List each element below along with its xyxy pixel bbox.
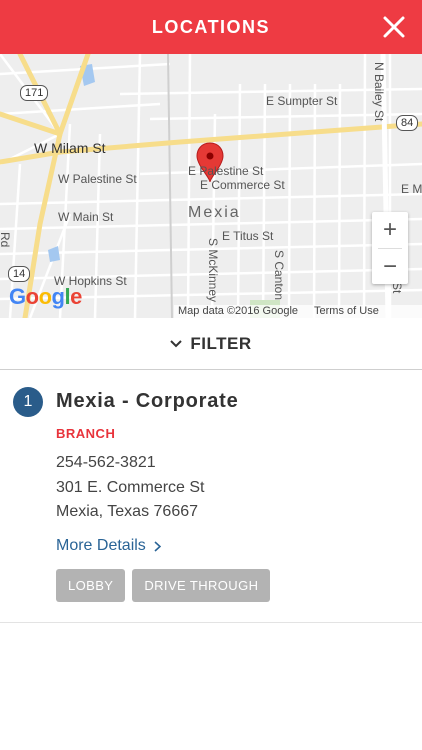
street-label-s-canton: S Canton bbox=[272, 250, 286, 301]
tag-drive-through: DRIVE THROUGH bbox=[132, 569, 271, 602]
google-logo-letter: o bbox=[38, 284, 52, 309]
location-card: 1 Mexia - Corporate BRANCH 254-562-3821 … bbox=[0, 371, 422, 623]
street-label-w-palestine: W Palestine St bbox=[58, 172, 137, 186]
street-label-e-palestine: E Palestine St bbox=[188, 164, 264, 178]
location-type: BRANCH bbox=[56, 426, 116, 441]
location-address-line1: 301 E. Commerce St bbox=[56, 479, 205, 496]
google-logo-letter: o bbox=[25, 284, 39, 309]
more-details-link[interactable]: More Details bbox=[56, 537, 161, 555]
close-x-icon bbox=[383, 16, 405, 38]
route-shield-171: 171 bbox=[20, 85, 49, 101]
location-phone[interactable]: 254-562-3821 bbox=[56, 454, 156, 472]
zoom-out-button[interactable]: − bbox=[372, 249, 408, 285]
street-label-n-bailey: N Bailey St bbox=[372, 62, 386, 122]
street-label-s-mckinney: S McKinney bbox=[206, 238, 220, 303]
street-label-rd: Rd bbox=[0, 232, 12, 248]
zoom-in-button[interactable]: + bbox=[372, 212, 408, 248]
page-title: LOCATIONS bbox=[151, 16, 271, 37]
chevron-down-icon bbox=[170, 339, 183, 347]
header-bar: LOCATIONS bbox=[0, 0, 422, 54]
street-label-e-sumpter: E Sumpter St bbox=[266, 94, 338, 108]
chevron-right-icon bbox=[154, 540, 161, 552]
google-logo-letter: g bbox=[51, 284, 65, 309]
close-button[interactable] bbox=[380, 13, 408, 41]
map-data-text: Map data ©2016 Google bbox=[178, 305, 299, 317]
tag-lobby: LOBBY bbox=[56, 569, 126, 602]
location-number-badge: 1 bbox=[13, 387, 43, 417]
google-logo: Google bbox=[9, 284, 82, 310]
street-label-e-commerce: E Commerce St bbox=[200, 178, 285, 192]
zoom-controls: + − bbox=[372, 212, 408, 284]
terms-of-use-link[interactable]: Terms of Use bbox=[314, 305, 379, 318]
more-details-label: More Details bbox=[56, 537, 146, 554]
street-label-w-main: W Main St bbox=[58, 210, 114, 224]
filter-toggle[interactable]: FILTER bbox=[0, 318, 422, 370]
map-attribution: Map data ©2016 Google Terms of Use bbox=[174, 305, 422, 318]
city-label: Mexia bbox=[188, 204, 241, 221]
google-logo-letter: G bbox=[9, 284, 26, 309]
filter-label: FILTER bbox=[190, 333, 252, 353]
route-shield-84: 84 bbox=[396, 115, 419, 131]
location-address-line2: Mexia, Texas 76667 bbox=[56, 503, 199, 520]
route-shield-14: 14 bbox=[8, 266, 31, 282]
map-view[interactable]: E Sumpter St W Milam St W Palestine St E… bbox=[0, 54, 422, 318]
street-label-w-milam: W Milam St bbox=[34, 140, 106, 156]
street-label-e-titus: E Titus St bbox=[222, 229, 274, 243]
location-name: Mexia - Corporate bbox=[56, 390, 239, 412]
street-label-e-m: E M bbox=[401, 182, 422, 196]
google-logo-letter: e bbox=[70, 284, 82, 309]
service-tags: LOBBY DRIVE THROUGH bbox=[56, 569, 271, 602]
